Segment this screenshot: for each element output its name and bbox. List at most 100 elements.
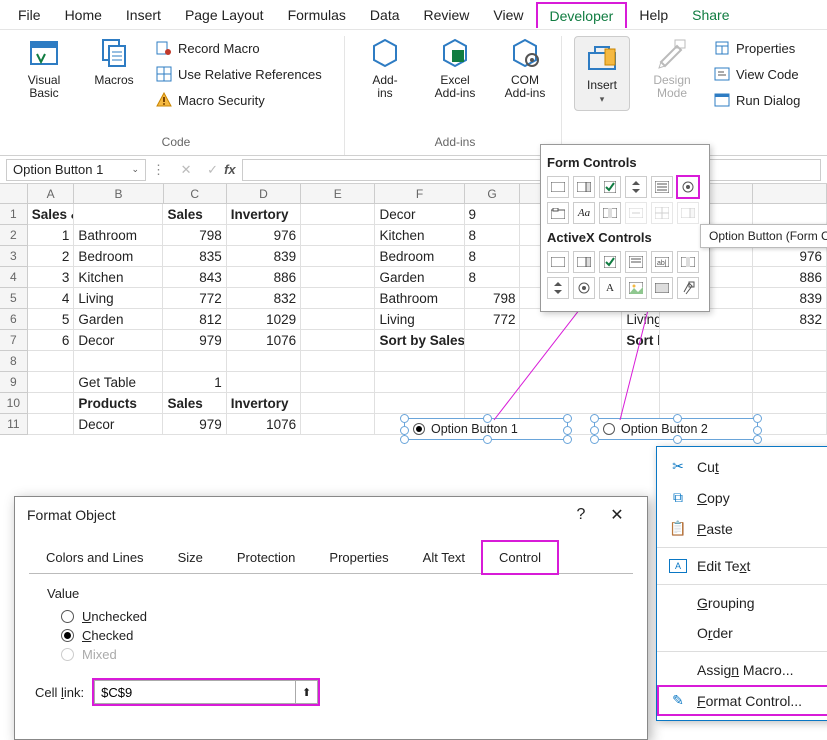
ax-more-icon[interactable] <box>677 277 699 299</box>
cell[interactable]: 886 <box>753 267 827 288</box>
cell[interactable] <box>520 393 622 414</box>
ctx-copy[interactable]: ⧉Copy <box>657 482 827 513</box>
cell[interactable]: 8 <box>465 225 521 246</box>
value-checked[interactable]: Checked <box>61 628 627 643</box>
cell[interactable]: 976 <box>227 225 301 246</box>
cell[interactable] <box>753 393 827 414</box>
cell[interactable] <box>520 330 622 351</box>
cell[interactable] <box>375 372 464 393</box>
cell[interactable]: 1076 <box>227 414 301 435</box>
ax-spin-icon[interactable] <box>547 277 569 299</box>
cell[interactable]: 812 <box>163 309 226 330</box>
cell[interactable] <box>465 393 521 414</box>
ax-button-icon[interactable] <box>547 251 569 273</box>
cell[interactable]: 839 <box>227 246 301 267</box>
cell[interactable]: 8 <box>465 267 521 288</box>
cell[interactable] <box>622 372 660 393</box>
view-code-button[interactable]: View Code <box>714 64 824 84</box>
visual-basic-button[interactable]: VisualBasic <box>16 36 72 110</box>
cell-link-input[interactable] <box>95 681 295 703</box>
cell[interactable]: Sort by Sales <box>375 330 464 351</box>
menu-page-layout[interactable]: Page Layout <box>173 3 276 27</box>
cell[interactable]: 832 <box>227 288 301 309</box>
name-box[interactable]: Option Button 1⌄ <box>6 159 146 181</box>
ax-combo-icon[interactable] <box>573 251 595 273</box>
cell[interactable]: Living <box>74 288 163 309</box>
cell[interactable]: 2 <box>28 246 75 267</box>
cell[interactable] <box>622 351 660 372</box>
cell[interactable] <box>301 393 375 414</box>
dlg-tab-size[interactable]: Size <box>161 541 220 574</box>
cell[interactable]: 1 <box>163 372 226 393</box>
row-header[interactable]: 5 <box>0 288 28 309</box>
form-list-icon[interactable] <box>651 176 673 198</box>
ax-option-icon[interactable] <box>573 277 595 299</box>
cell[interactable]: 886 <box>227 267 301 288</box>
cell[interactable] <box>301 204 375 225</box>
form-scroll-icon[interactable] <box>599 202 621 224</box>
cell[interactable] <box>163 351 226 372</box>
design-mode-button[interactable]: DesignMode <box>644 36 700 111</box>
dlg-tab-control[interactable]: Control <box>482 541 558 574</box>
cell[interactable]: 5 <box>28 309 75 330</box>
cell[interactable] <box>227 372 301 393</box>
cell[interactable]: 976 <box>753 246 827 267</box>
cell[interactable]: Sales & Invertory <box>28 204 75 225</box>
col-header[interactable] <box>753 184 827 203</box>
option-button-2[interactable]: Option Button 2 <box>594 418 758 440</box>
menu-share[interactable]: Share <box>680 3 741 27</box>
cell[interactable]: Sales <box>163 204 226 225</box>
cell[interactable] <box>301 246 375 267</box>
col-header[interactable]: A <box>28 184 74 203</box>
row-header[interactable]: 10 <box>0 393 28 414</box>
form-label-icon[interactable]: Aa <box>573 202 595 224</box>
cell[interactable]: Get Table <box>74 372 163 393</box>
col-header[interactable]: F <box>375 184 464 203</box>
cell[interactable] <box>301 414 375 435</box>
ax-check-icon[interactable] <box>599 251 621 273</box>
menu-insert[interactable]: Insert <box>114 3 173 27</box>
cell[interactable] <box>28 351 75 372</box>
macro-security-button[interactable]: Macro Security <box>156 90 336 110</box>
form-option-icon[interactable] <box>677 176 699 198</box>
insert-controls-button[interactable]: Insert▾ <box>574 36 630 111</box>
cell-ref-picker-button[interactable]: ⬆ <box>295 681 317 703</box>
cell[interactable] <box>753 351 827 372</box>
fx-icon[interactable]: fx <box>224 162 236 177</box>
col-header[interactable]: G <box>465 184 521 203</box>
cell[interactable]: 1076 <box>227 330 301 351</box>
row-header[interactable]: 9 <box>0 372 28 393</box>
menu-review[interactable]: Review <box>412 3 482 27</box>
cell[interactable] <box>465 351 521 372</box>
cell[interactable] <box>28 393 75 414</box>
col-header[interactable]: E <box>301 184 375 203</box>
cell[interactable]: 9 <box>465 204 521 225</box>
dlg-tab-properties[interactable]: Properties <box>312 541 405 574</box>
properties-button[interactable]: Properties <box>714 38 824 58</box>
cell[interactable] <box>375 351 464 372</box>
row-header[interactable]: 3 <box>0 246 28 267</box>
cell[interactable] <box>660 393 753 414</box>
cell[interactable]: 772 <box>163 288 226 309</box>
menu-help[interactable]: Help <box>627 3 680 27</box>
menu-view[interactable]: View <box>481 3 535 27</box>
menu-developer[interactable]: Developer <box>536 2 628 28</box>
row-header[interactable]: 8 <box>0 351 28 372</box>
row-header[interactable]: 6 <box>0 309 28 330</box>
com-addins-button[interactable]: COMAdd-ins <box>497 36 553 100</box>
excel-addins-button[interactable]: ExcelAdd-ins <box>427 36 483 100</box>
ax-text-icon[interactable]: ab| <box>651 251 673 273</box>
form-group-icon[interactable] <box>547 202 569 224</box>
cell[interactable] <box>465 372 521 393</box>
ctx-cut[interactable]: ✂Cut <box>657 451 827 482</box>
cell[interactable]: Sort by Invertory <box>622 330 660 351</box>
menu-formulas[interactable]: Formulas <box>276 3 358 27</box>
cell[interactable] <box>301 309 375 330</box>
cell[interactable] <box>753 372 827 393</box>
cell[interactable]: Kitchen <box>375 225 464 246</box>
row-header[interactable]: 2 <box>0 225 28 246</box>
row-header[interactable]: 7 <box>0 330 28 351</box>
cell[interactable] <box>301 267 375 288</box>
macros-button[interactable]: Macros <box>86 36 142 110</box>
cell[interactable]: 843 <box>163 267 226 288</box>
